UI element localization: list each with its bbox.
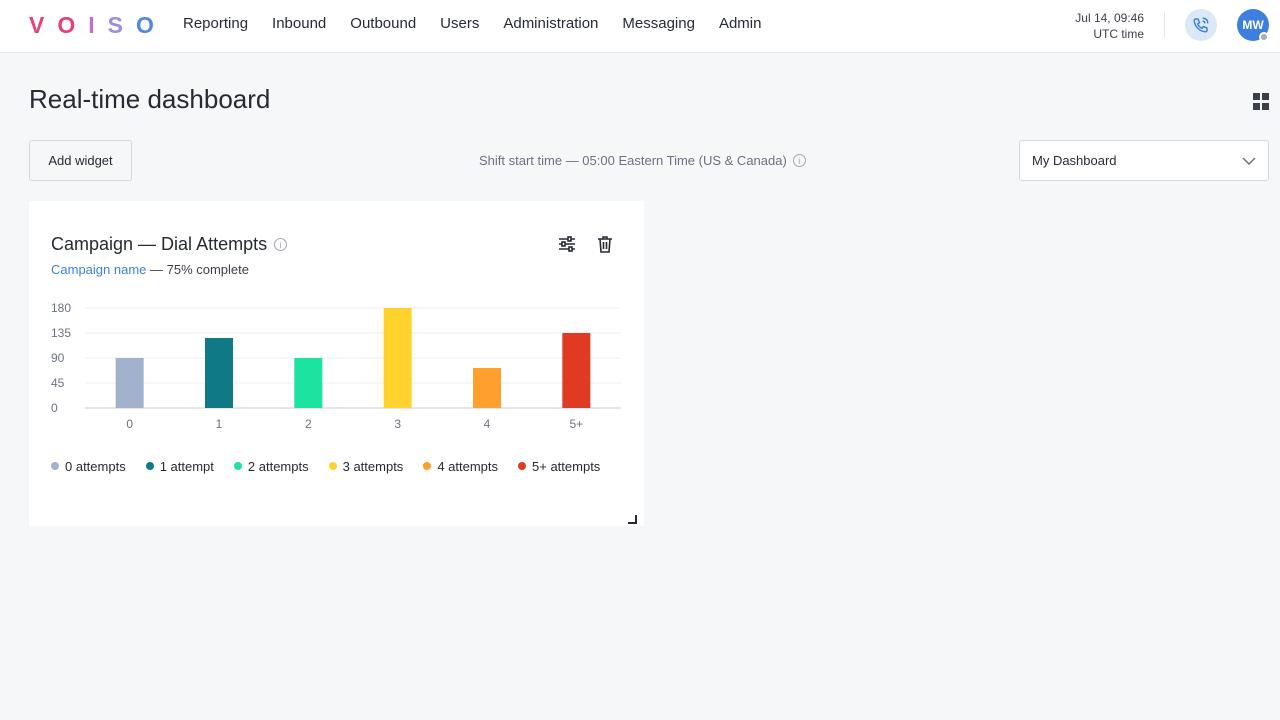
logo-letter: S	[107, 12, 123, 38]
chart-legend: 0 attempts 1 attempt 2 attempts 3 attempts 4…	[51, 457, 611, 475]
y-tick-label: 90	[51, 351, 65, 365]
dashboard-select-value: My Dashboard	[1032, 153, 1117, 168]
legend-dot	[51, 462, 59, 470]
divider	[1164, 12, 1165, 38]
x-tick-label: 5+	[569, 417, 583, 431]
legend-item[interactable]: 4 attempts	[423, 457, 498, 475]
page-title: Real-time dashboard	[29, 84, 271, 114]
legend-label: 4 attempts	[437, 458, 499, 474]
legend-dot	[518, 462, 527, 470]
phone-icon	[1193, 17, 1209, 33]
legend-dot	[328, 462, 337, 470]
x-tick-label: 0	[126, 417, 133, 431]
y-tick-label: 180	[51, 301, 71, 315]
nav-reporting[interactable]: Reporting	[171, 0, 260, 53]
bar-3[interactable]	[383, 308, 412, 408]
bar-0[interactable]	[115, 358, 144, 408]
legend-item[interactable]: 5+ attempts	[518, 457, 600, 475]
logo-letter: O	[57, 12, 76, 38]
resize-handle[interactable]	[628, 515, 637, 524]
bar-2[interactable]	[294, 358, 323, 408]
nav-admin[interactable]: Admin	[707, 0, 774, 53]
add-widget-button[interactable]: Add widget	[29, 140, 132, 181]
top-bar: V O I S O Reporting Inbound Outbound Use…	[0, 0, 1280, 53]
voiso-logo[interactable]: V O I S O	[29, 12, 154, 39]
user-status-indicator	[1259, 32, 1269, 42]
bar-5+[interactable]	[562, 333, 591, 408]
legend-label: 2 attempts	[247, 458, 309, 474]
x-tick-label: 3	[394, 417, 401, 431]
nav-inbound[interactable]: Inbound	[260, 0, 338, 53]
bar-1[interactable]	[205, 338, 233, 408]
legend-item[interactable]: 2 attempts	[233, 457, 309, 475]
nav-messaging[interactable]: Messaging	[610, 0, 707, 53]
layout-grid-icon[interactable]	[1253, 93, 1270, 110]
info-icon[interactable]: i	[792, 154, 806, 167]
clock-datetime: Jul 14, 09:46	[1075, 11, 1144, 25]
main-nav: Reporting Inbound Outbound Users Adminis…	[171, 0, 773, 53]
legend-dot	[233, 462, 242, 470]
widget-subtitle: Campaign name — 75% complete	[51, 262, 249, 277]
info-icon[interactable]: i	[274, 238, 288, 251]
clock: Jul 14, 09:46 UTC time	[1075, 10, 1144, 42]
dial-attempts-widget: Campaign — Dial Attempts i Campaign name…	[29, 201, 644, 526]
legend-label: 5+ attempts	[532, 458, 601, 474]
widget-title-text: Campaign — Dial Attempts	[51, 234, 268, 254]
shift-start-text: Shift start time — 05:00 Eastern Time (U…	[479, 153, 787, 168]
legend-item[interactable]: 3 attempts	[328, 457, 404, 475]
trash-icon[interactable]	[597, 235, 613, 253]
widget-actions	[557, 235, 613, 253]
legend-item[interactable]: 0 attempts	[51, 457, 126, 475]
legend-dot	[145, 462, 154, 470]
legend-item[interactable]: 1 attempt	[145, 457, 214, 475]
nav-outbound[interactable]: Outbound	[338, 0, 428, 53]
logo-letter: V	[29, 12, 45, 38]
legend-dot	[423, 462, 432, 470]
campaign-name-link[interactable]: Campaign name	[51, 262, 146, 277]
softphone-button[interactable]	[1185, 9, 1217, 41]
campaign-progress: — 75% complete	[146, 262, 249, 277]
nav-administration[interactable]: Administration	[491, 0, 610, 53]
clock-zone: UTC time	[1093, 27, 1144, 41]
widget-title: Campaign — Dial Attempts i	[51, 234, 288, 255]
legend-label: 3 attempts	[342, 458, 404, 474]
shift-start-info: Shift start time — 05:00 Eastern Time (U…	[479, 153, 806, 168]
y-tick-label: 0	[51, 401, 58, 415]
y-tick-label: 45	[51, 376, 65, 390]
nav-users[interactable]: Users	[428, 0, 491, 53]
settings-sliders-icon[interactable]	[557, 235, 577, 253]
dashboard-select[interactable]: My Dashboard	[1019, 140, 1269, 181]
bar-4[interactable]	[473, 368, 501, 408]
x-tick-label: 4	[484, 417, 491, 431]
x-tick-label: 1	[216, 417, 223, 431]
y-tick-label: 135	[51, 326, 71, 340]
legend-label: 1 attempt	[159, 458, 214, 474]
logo-letter: O	[135, 12, 154, 38]
dial-attempts-bar-chart: 0 45 90 135 180 0 1 2 3 4 5+	[51, 301, 621, 431]
x-tick-label: 2	[305, 417, 312, 431]
logo-letter: I	[88, 12, 95, 38]
chevron-down-icon	[1242, 156, 1256, 165]
legend-label: 0 attempts	[65, 458, 126, 474]
